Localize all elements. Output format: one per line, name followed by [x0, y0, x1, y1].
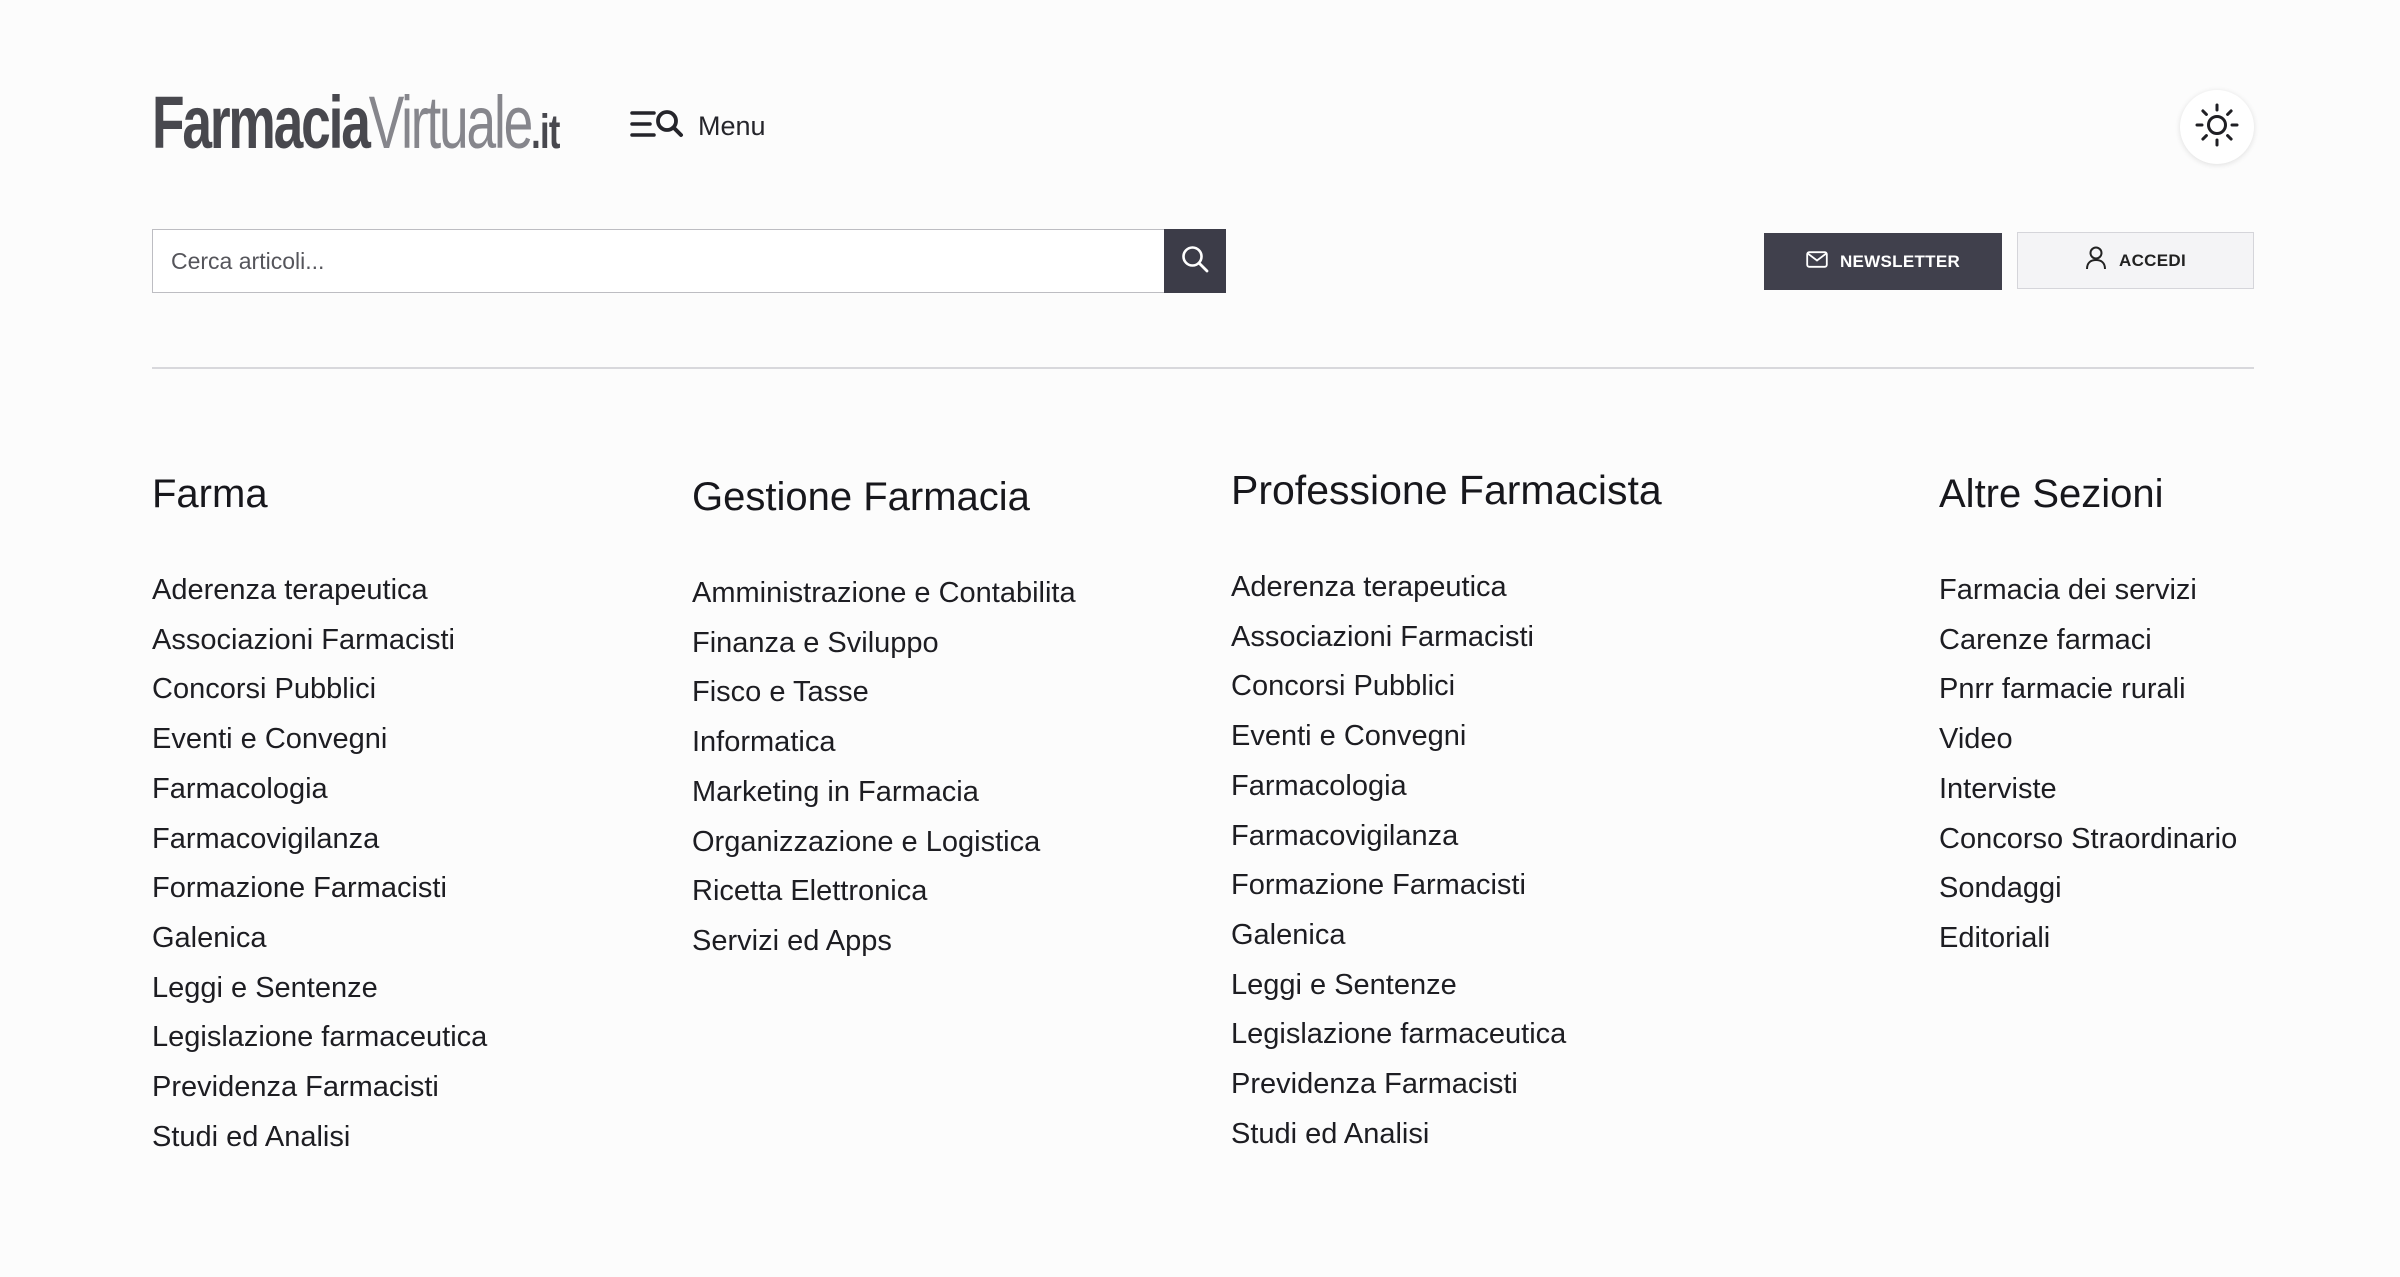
section-link-list: Amministrazione e Contabilita Finanza e … — [692, 569, 1076, 967]
section-link[interactable]: Eventi e Convegni — [152, 715, 487, 765]
section-link[interactable]: Pnrr farmacie rurali — [1939, 665, 2237, 715]
section-link[interactable]: Marketing in Farmacia — [692, 768, 1076, 818]
logo-part-virtuale: Virtuale — [368, 81, 534, 164]
section-link[interactable]: Aderenza terapeutica — [152, 566, 487, 616]
section-link[interactable]: Galenica — [1231, 911, 1566, 961]
section-link[interactable]: Farmacologia — [1231, 762, 1566, 812]
search-input[interactable] — [152, 229, 1164, 293]
section-title: Altre Sezioni — [1939, 472, 2164, 516]
section-title: Farma — [152, 472, 268, 516]
section-link[interactable]: Formazione Farmacisti — [1231, 861, 1566, 911]
section-link[interactable]: Aderenza terapeutica — [1231, 563, 1566, 613]
section-link[interactable]: Informatica — [692, 718, 1076, 768]
section-link[interactable]: Concorsi Pubblici — [152, 665, 487, 715]
section-link[interactable]: Farmacovigilanza — [152, 815, 487, 865]
section-link[interactable]: Leggi e Sentenze — [152, 964, 487, 1014]
section-link[interactable]: Concorso Straordinario — [1939, 815, 2237, 865]
menu-search-icon — [630, 108, 684, 145]
section-link[interactable]: Sondaggi — [1939, 864, 2237, 914]
site-logo[interactable]: FarmaciaVirtuale.it — [152, 86, 560, 160]
section-link[interactable]: Finanza e Sviluppo — [692, 619, 1076, 669]
section-column-farma: Farma Aderenza terapeutica Associazioni … — [152, 472, 487, 1153]
search-bar — [152, 229, 1226, 293]
section-link[interactable]: Previdenza Farmacisti — [152, 1063, 487, 1113]
section-link[interactable]: Galenica — [152, 914, 487, 964]
section-column-professione-farmacista: Professione Farmacista Aderenza terapeut… — [1231, 467, 1662, 1150]
section-link[interactable]: Legislazione farmaceutica — [1231, 1010, 1566, 1060]
newsletter-button[interactable]: NEWSLETTER — [1764, 233, 2002, 290]
logo-part-farmacia: Farmacia — [152, 81, 371, 164]
section-link[interactable]: Farmacia dei servizi — [1939, 566, 2237, 616]
section-link[interactable]: Associazioni Farmacisti — [1231, 613, 1566, 663]
section-link[interactable]: Fisco e Tasse — [692, 668, 1076, 718]
section-link[interactable]: Farmacovigilanza — [1231, 812, 1566, 862]
section-link-list: Aderenza terapeutica Associazioni Farmac… — [152, 566, 487, 1162]
user-icon — [2085, 246, 2107, 275]
section-link-list: Farmacia dei servizi Carenze farmaci Pnr… — [1939, 566, 2237, 964]
section-link[interactable]: Carenze farmaci — [1939, 616, 2237, 666]
section-link[interactable]: Organizzazione e Logistica — [692, 818, 1076, 868]
section-link[interactable]: Associazioni Farmacisti — [152, 616, 487, 666]
search-icon — [1180, 244, 1210, 279]
section-column-altre-sezioni: Altre Sezioni Farmacia dei servizi Caren… — [1939, 472, 2237, 954]
section-link[interactable]: Ricetta Elettronica — [692, 867, 1076, 917]
section-link[interactable]: Eventi e Convegni — [1231, 712, 1566, 762]
section-link[interactable]: Farmacologia — [152, 765, 487, 815]
section-link[interactable]: Studi ed Analisi — [152, 1113, 487, 1163]
section-title: Gestione Farmacia — [692, 475, 1030, 519]
login-label: ACCEDI — [2119, 250, 2186, 270]
header-divider — [152, 367, 2254, 369]
section-link[interactable]: Servizi ed Apps — [692, 917, 1076, 967]
section-link[interactable]: Interviste — [1939, 765, 2237, 815]
section-title: Professione Farmacista — [1231, 467, 1662, 513]
menu-button[interactable]: Menu — [630, 106, 766, 146]
menu-label: Menu — [698, 110, 766, 141]
section-link-list: Aderenza terapeutica Associazioni Farmac… — [1231, 563, 1566, 1159]
section-link[interactable]: Concorsi Pubblici — [1231, 662, 1566, 712]
section-link[interactable]: Leggi e Sentenze — [1231, 961, 1566, 1011]
section-link[interactable]: Video — [1939, 715, 2237, 765]
sun-icon — [2195, 103, 2239, 152]
section-link[interactable]: Studi ed Analisi — [1231, 1110, 1566, 1160]
section-link[interactable]: Legislazione farmaceutica — [152, 1013, 487, 1063]
logo-part-tld: .it — [531, 106, 560, 159]
newsletter-label: NEWSLETTER — [1839, 251, 1961, 271]
envelope-icon — [1806, 250, 1828, 273]
section-link[interactable]: Amministrazione e Contabilita — [692, 569, 1076, 619]
theme-toggle-button[interactable] — [2180, 90, 2254, 164]
search-button[interactable] — [1164, 229, 1226, 293]
section-link[interactable]: Editoriali — [1939, 914, 2237, 964]
section-link[interactable]: Previdenza Farmacisti — [1231, 1060, 1566, 1110]
section-link[interactable]: Formazione Farmacisti — [152, 864, 487, 914]
section-column-gestione-farmacia: Gestione Farmacia Amministrazione e Cont… — [692, 475, 1076, 957]
login-button[interactable]: ACCEDI — [2017, 232, 2254, 289]
